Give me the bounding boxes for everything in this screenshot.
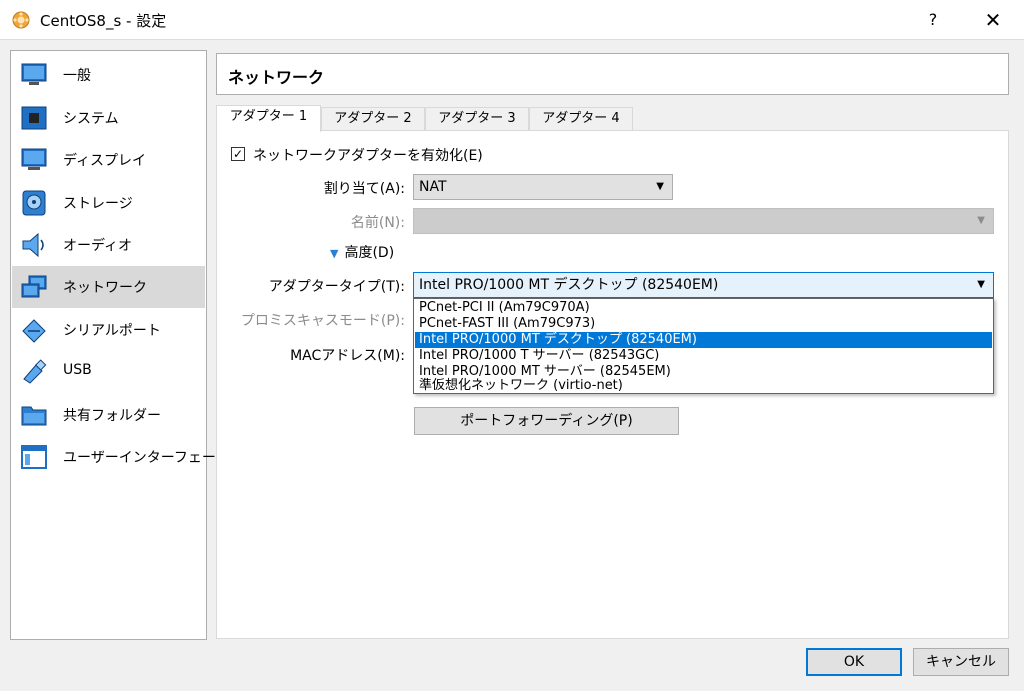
sidebar-item-label: ストレージ: [63, 196, 133, 212]
window-title: CentOS8_s - 設定: [40, 12, 167, 30]
mac-address-label: MACアドレス(M):: [290, 348, 405, 364]
enable-adapter-checkbox[interactable]: ✓: [231, 147, 245, 161]
sidebar-item-label: 一般: [63, 68, 91, 84]
adapter-panel: ✓ ネットワークアダプターを有効化(E) 割り当て(A): NAT ▼ 名前(N…: [216, 130, 1009, 639]
sidebar-item-serial-port[interactable]: シリアルポート: [12, 309, 205, 351]
cancel-button[interactable]: キャンセル: [913, 648, 1009, 676]
motherboard-icon: [21, 106, 47, 130]
sidebar-item-general[interactable]: 一般: [12, 54, 205, 96]
sidebar-item-storage[interactable]: ストレージ: [12, 182, 205, 224]
settings-sidebar: 一般 システム ディスプレイ ストレージ オーディオ ネットワーク シリアルポー…: [10, 50, 229, 640]
sidebar-item-network[interactable]: ネットワーク: [12, 266, 205, 308]
tab-adapter-2[interactable]: アダプター 2: [321, 107, 425, 131]
close-button[interactable]: ✕: [964, 0, 1022, 40]
page-title: ネットワーク: [228, 68, 325, 87]
dropdown-option-selected[interactable]: Intel PRO/1000 MT デスクトップ (82540EM): [415, 332, 992, 348]
user-interface-icon: [21, 445, 47, 469]
sidebar-item-usb[interactable]: USB: [12, 351, 205, 393]
dropdown-option[interactable]: 準仮想化ネットワーク (virtio-net): [415, 378, 992, 394]
enable-adapter-label[interactable]: ネットワークアダプターを有効化(E): [253, 145, 483, 165]
adapter-type-label: アダプタータイプ(T):: [268, 279, 405, 295]
adapter-type-dropdown: PCnet-PCI II (Am79C970A) PCnet-FAST III …: [413, 298, 994, 394]
dropdown-option[interactable]: PCnet-FAST III (Am79C973): [415, 316, 992, 332]
speaker-icon: [22, 232, 44, 258]
chevron-down-icon: ▼: [977, 279, 985, 290]
sidebar-item-system[interactable]: システム: [12, 97, 205, 139]
sidebar-item-audio[interactable]: オーディオ: [12, 224, 205, 266]
monitor-icon: [21, 63, 47, 85]
help-button[interactable]: ?: [904, 0, 962, 40]
dropdown-option[interactable]: Intel PRO/1000 T サーバー (82543GC): [415, 348, 992, 364]
attached-to-select[interactable]: NAT ▼: [413, 174, 673, 200]
network-icon: [21, 275, 47, 298]
sidebar-item-label: システム: [63, 111, 119, 127]
expand-arrow-icon: ▼: [330, 247, 339, 260]
tab-adapter-3[interactable]: アダプター 3: [425, 107, 529, 131]
disk-icon: [22, 190, 46, 216]
promiscuous-mode-label: プロミスキャスモード(P):: [240, 313, 405, 329]
chevron-down-icon: ▼: [656, 181, 664, 192]
title-bar: CentOS8_s - 設定 ? ✕: [0, 0, 1024, 40]
sidebar-item-label: USB: [63, 362, 92, 378]
tab-adapter-4[interactable]: アダプター 4: [529, 107, 633, 131]
usb-icon: [23, 359, 47, 384]
tab-adapter-1[interactable]: アダプター 1: [216, 105, 321, 132]
sidebar-item-shared-folders[interactable]: 共有フォルダー: [12, 394, 205, 436]
sidebar-item-label: ユーザーインターフェース: [63, 450, 230, 466]
folder-icon: [21, 406, 47, 426]
sidebar-item-label: ネットワーク: [63, 280, 147, 296]
adapter-type-value: Intel PRO/1000 MT デスクトップ (82540EM): [419, 277, 719, 293]
port-forwarding-button[interactable]: ポートフォワーディング(P): [414, 407, 679, 435]
serial-port-icon: [22, 319, 46, 343]
adapter-type-select[interactable]: Intel PRO/1000 MT デスクトップ (82540EM) ▼: [413, 272, 994, 298]
attached-to-label: 割り当て(A):: [323, 181, 405, 197]
dropdown-option[interactable]: PCnet-PCI II (Am79C970A): [415, 300, 992, 316]
advanced-label: 高度(D): [344, 245, 395, 261]
page-header: ネットワーク: [216, 53, 1009, 95]
display-icon: [21, 148, 47, 170]
virtualbox-icon: [12, 11, 30, 29]
sidebar-item-user-interface[interactable]: ユーザーインターフェース: [12, 436, 229, 478]
sidebar-item-display[interactable]: ディスプレイ: [12, 139, 205, 181]
advanced-toggle[interactable]: ▼ 高度(D): [330, 242, 394, 262]
name-select[interactable]: ▼: [413, 208, 994, 234]
sidebar-item-label: オーディオ: [63, 238, 133, 254]
name-label: 名前(N):: [350, 215, 405, 231]
attached-to-value: NAT: [419, 179, 447, 195]
sidebar-item-label: シリアルポート: [63, 323, 161, 339]
sidebar-item-label: 共有フォルダー: [63, 408, 161, 424]
ok-button[interactable]: OK: [806, 648, 902, 676]
chevron-down-icon: ▼: [977, 215, 985, 226]
sidebar-item-label: ディスプレイ: [63, 153, 147, 169]
